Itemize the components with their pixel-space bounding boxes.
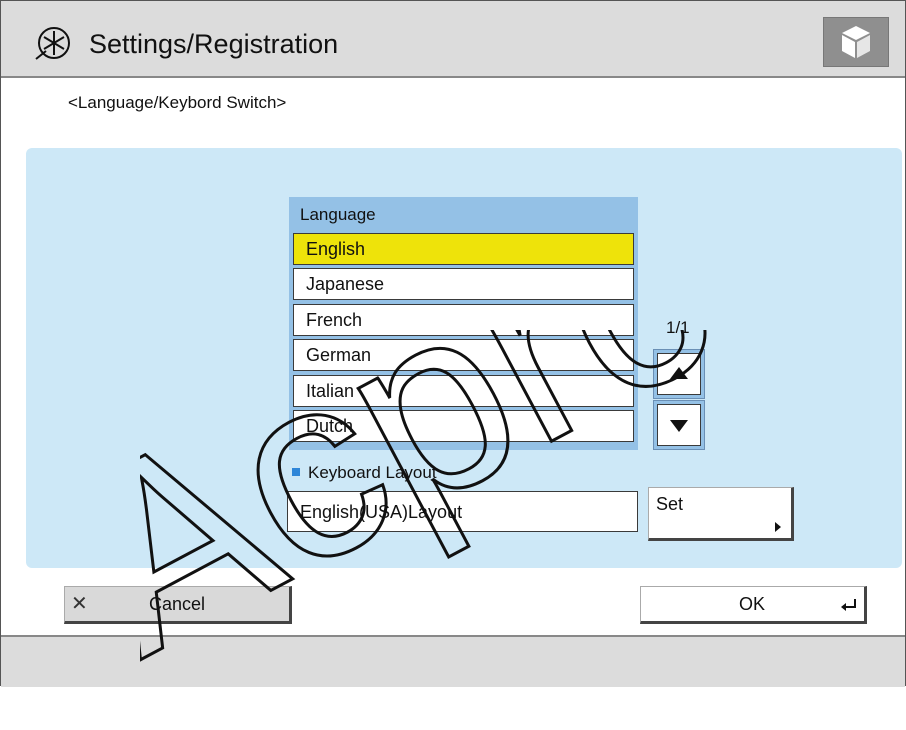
scroll-down-button[interactable] [653,400,705,450]
language-item-german[interactable]: German [293,339,634,371]
keyboard-layout-label: Keyboard Layout [292,463,437,483]
settings-asterisk-icon [35,27,70,60]
scroll-up-button[interactable] [653,349,705,399]
scroll-down-face [657,404,701,446]
scroll-up-face [657,353,701,395]
language-item-french[interactable]: French [293,304,634,336]
language-item-japanese[interactable]: Japanese [293,268,634,300]
set-button-label: Set [656,494,684,514]
page-title: Settings/Registration [89,29,339,59]
set-button[interactable]: Set [648,487,794,541]
page-indicator: 1/1 [666,318,690,337]
triangle-down-icon [670,420,688,432]
cancel-button[interactable]: ✕ Cancel [64,586,292,624]
keyboard-layout-text: Keyboard Layout [308,463,437,482]
title-bar: Settings/Registration [1,1,905,78]
cube-icon [842,26,870,58]
home-button[interactable] [823,17,889,67]
close-icon: ✕ [71,593,88,615]
language-item-dutch[interactable]: Dutch [293,410,634,442]
language-item-english[interactable]: English [293,233,634,265]
enter-icon [841,599,856,611]
arrow-right-icon [775,522,781,532]
bullet-icon [292,467,300,476]
language-item-italian[interactable]: Italian [293,375,634,407]
ok-button-label: OK [739,594,766,614]
status-bar [1,635,905,687]
triangle-up-icon [670,367,688,379]
ok-button[interactable]: OK [640,586,867,624]
cancel-button-label: Cancel [149,594,206,614]
screen-subtitle: <Language/Keybord Switch> [68,93,287,112]
language-list-header: Language [300,205,376,224]
keyboard-layout-field: English(USA)Layout [287,491,638,532]
